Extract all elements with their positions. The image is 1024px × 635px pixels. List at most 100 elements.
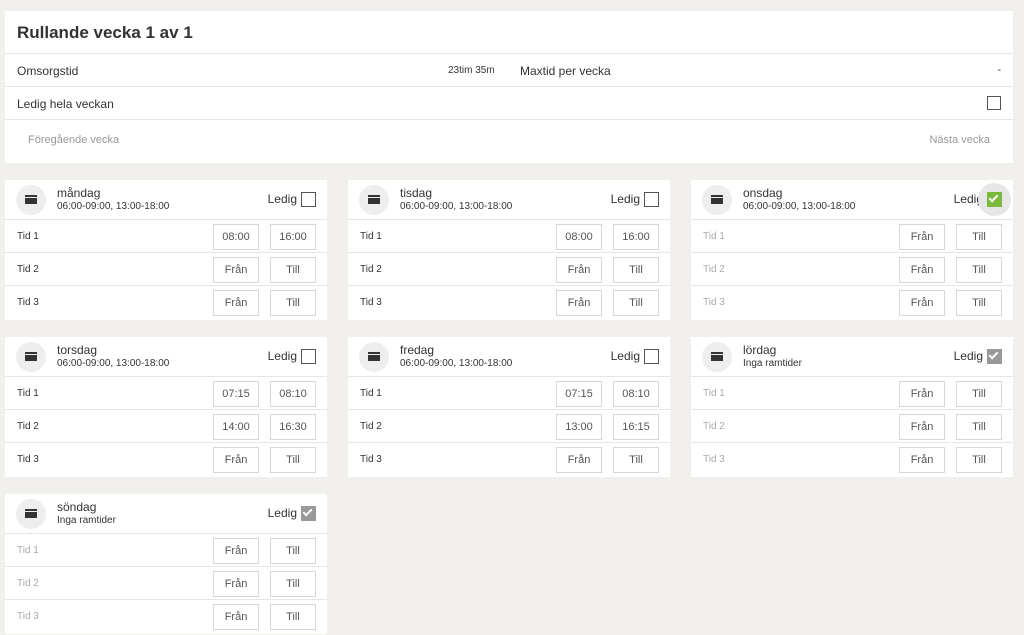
- check-icon: [988, 349, 999, 360]
- time-to-input[interactable]: Till: [613, 257, 659, 283]
- time-row-label: Tid 1: [17, 388, 39, 399]
- time-to-input[interactable]: Till: [270, 447, 316, 473]
- time-from-input[interactable]: Från: [899, 414, 945, 440]
- time-to-input[interactable]: Till: [956, 224, 1002, 250]
- time-from-input[interactable]: 14:00: [213, 414, 259, 440]
- time-to-input[interactable]: 16:30: [270, 414, 316, 440]
- ledig-checkbox[interactable]: [987, 349, 1002, 364]
- next-week-link[interactable]: Nästa vecka: [929, 134, 990, 146]
- previous-week-link[interactable]: Föregående vecka: [28, 134, 119, 146]
- time-row: Tid 3 Från Till: [5, 443, 327, 476]
- time-to-input[interactable]: Till: [956, 381, 1002, 407]
- time-from-input[interactable]: Från: [899, 290, 945, 316]
- max-time-label: Maxtid per vecka: [520, 64, 611, 78]
- day-name: tisdag: [400, 186, 433, 200]
- day-frame-times: Inga ramtider: [57, 515, 116, 526]
- time-row: Tid 1 07:15 08:10: [348, 377, 670, 410]
- time-from-input[interactable]: Från: [899, 381, 945, 407]
- time-to-input[interactable]: Till: [613, 290, 659, 316]
- time-to-input[interactable]: 08:10: [613, 381, 659, 407]
- time-to-input[interactable]: Till: [956, 414, 1002, 440]
- time-row: Tid 1 08:00 16:00: [5, 220, 327, 253]
- time-from-input[interactable]: Från: [899, 447, 945, 473]
- day-frame-times: 06:00-09:00, 13:00-18:00: [400, 201, 513, 212]
- day-card-torsdag: torsdag 06:00-09:00, 13:00-18:00 Ledig Tid …: [5, 337, 327, 477]
- ledig-checkbox[interactable]: [301, 349, 316, 364]
- time-row-label: Tid 3: [703, 454, 725, 465]
- time-from-input[interactable]: 13:00: [556, 414, 602, 440]
- day-card-mandag: måndag 06:00-09:00, 13:00-18:00 Ledig Tid 1…: [5, 180, 327, 320]
- time-row-label: Tid 2: [360, 264, 382, 275]
- schedule-icon: [359, 342, 389, 372]
- time-to-input[interactable]: Till: [270, 290, 316, 316]
- ledig-checkbox[interactable]: [301, 192, 316, 207]
- time-to-input[interactable]: Till: [613, 447, 659, 473]
- page-title: Rullande vecka 1 av 1: [5, 11, 1013, 54]
- schedule-icon: [16, 185, 46, 215]
- time-row-label: Tid 1: [703, 231, 725, 242]
- time-from-input[interactable]: 07:15: [213, 381, 259, 407]
- time-from-input[interactable]: Från: [213, 257, 259, 283]
- time-row-label: Tid 1: [17, 545, 39, 556]
- time-row: Tid 1 Från Till: [5, 534, 327, 567]
- time-to-input[interactable]: Till: [956, 290, 1002, 316]
- time-from-input[interactable]: 08:00: [556, 224, 602, 250]
- time-from-input[interactable]: 07:15: [556, 381, 602, 407]
- time-to-input[interactable]: Till: [270, 538, 316, 564]
- time-row: Tid 2 Från Till: [348, 253, 670, 286]
- ledig-checkbox[interactable]: [301, 506, 316, 521]
- day-card-onsdag: onsdag 06:00-09:00, 13:00-18:00 Ledig Tid 1…: [691, 180, 1013, 320]
- day-card-fredag: fredag 06:00-09:00, 13:00-18:00 Ledig Tid 1…: [348, 337, 670, 477]
- time-from-input[interactable]: Från: [899, 224, 945, 250]
- schedule-icon: [702, 185, 732, 215]
- time-row: Tid 2 Från Till: [691, 410, 1013, 443]
- schedule-icon: [359, 185, 389, 215]
- max-time-value: -: [997, 64, 1001, 76]
- time-to-input[interactable]: Till: [270, 571, 316, 597]
- time-from-input[interactable]: Från: [213, 538, 259, 564]
- time-row: Tid 2 Från Till: [5, 567, 327, 600]
- time-to-input[interactable]: 16:15: [613, 414, 659, 440]
- time-row: Tid 2 Från Till: [691, 253, 1013, 286]
- time-row: Tid 3 Från Till: [5, 286, 327, 319]
- time-from-input[interactable]: Från: [556, 290, 602, 316]
- time-row: Tid 1 08:00 16:00: [348, 220, 670, 253]
- care-time-value: 23tim 35m: [448, 65, 495, 76]
- time-to-input[interactable]: Till: [270, 604, 316, 630]
- time-from-input[interactable]: Från: [213, 290, 259, 316]
- time-row-label: Tid 3: [17, 611, 39, 622]
- time-row-label: Tid 2: [703, 264, 725, 275]
- time-to-input[interactable]: 16:00: [270, 224, 316, 250]
- time-to-input[interactable]: Till: [956, 447, 1002, 473]
- time-to-input[interactable]: Till: [270, 257, 316, 283]
- time-from-input[interactable]: 08:00: [213, 224, 259, 250]
- day-frame-times: 06:00-09:00, 13:00-18:00: [57, 358, 170, 369]
- time-from-input[interactable]: Från: [556, 447, 602, 473]
- time-row-label: Tid 3: [17, 297, 39, 308]
- time-from-input[interactable]: Från: [213, 447, 259, 473]
- time-to-input[interactable]: 08:10: [270, 381, 316, 407]
- time-row-label: Tid 3: [703, 297, 725, 308]
- time-from-input[interactable]: Från: [899, 257, 945, 283]
- day-frame-times: 06:00-09:00, 13:00-18:00: [743, 201, 856, 212]
- day-card-lordag: lördag Inga ramtider Ledig Tid 1 Från Till Tid…: [691, 337, 1013, 477]
- week-navigation: Föregående vecka Nästa vecka: [5, 120, 1013, 162]
- time-to-input[interactable]: Till: [956, 257, 1002, 283]
- day-header: tisdag 06:00-09:00, 13:00-18:00 Ledig: [348, 180, 670, 220]
- day-name: lördag: [743, 343, 777, 357]
- time-row-label: Tid 2: [17, 264, 39, 275]
- schedule-icon: [16, 342, 46, 372]
- ledig-checkbox[interactable]: [644, 349, 659, 364]
- time-row-label: Tid 1: [360, 231, 382, 242]
- time-row: Tid 3 Från Till: [348, 443, 670, 476]
- ledig-label: Ledig: [610, 349, 640, 363]
- time-to-input[interactable]: 16:00: [613, 224, 659, 250]
- free-week-checkbox[interactable]: [987, 96, 1001, 110]
- time-from-input[interactable]: Från: [213, 604, 259, 630]
- time-row: Tid 3 Från Till: [5, 600, 327, 633]
- time-from-input[interactable]: Från: [213, 571, 259, 597]
- time-from-input[interactable]: Från: [556, 257, 602, 283]
- ledig-checkbox[interactable]: [987, 192, 1002, 207]
- ledig-checkbox[interactable]: [644, 192, 659, 207]
- time-row: Tid 2 13:00 16:15: [348, 410, 670, 443]
